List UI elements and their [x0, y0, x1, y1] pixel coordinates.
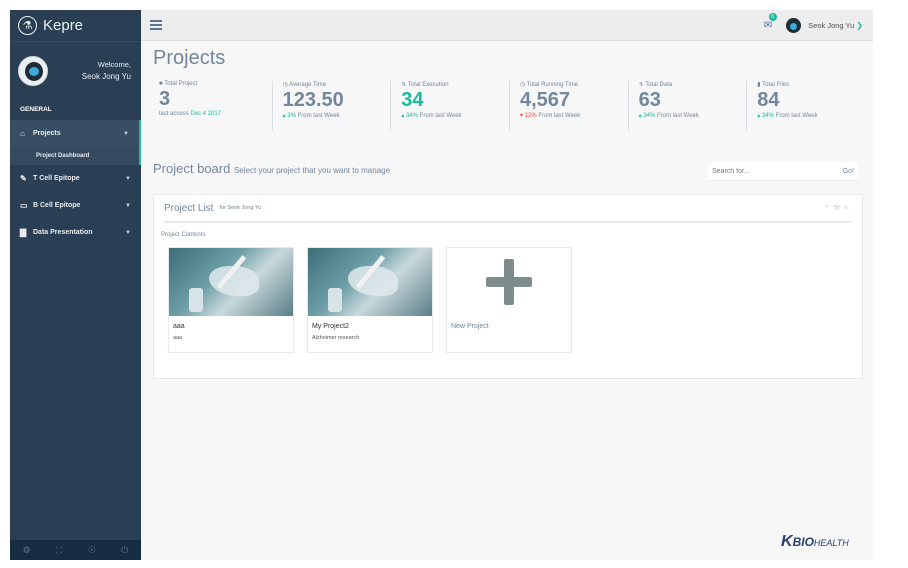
mail-badge: 6 — [768, 12, 777, 21]
stat-total-project: ■ Total Project 3 last access Dec 4 2017 — [153, 81, 272, 131]
sidebar-item-b-cell-epitope[interactable]: ▭ B Cell Epitope ▼ — [10, 192, 141, 219]
stat-foot: last access Dec 4 2017 — [159, 111, 222, 117]
desktop-icon: ▭ — [20, 201, 28, 210]
page-title: Projects — [153, 47, 226, 69]
sidebar-menu: ⌂ Projects ▼ Project Dashboard ✎ T Cell … — [10, 120, 141, 246]
brand[interactable]: ⚗ Kepre — [10, 10, 141, 42]
wrench-icon[interactable]: ⚒ — [834, 205, 844, 212]
sidebar-item-projects[interactable]: ⌂ Projects ▼ — [10, 120, 141, 147]
sidebar-footer: ⚙ ⛶ ☉ ⏻ — [10, 540, 141, 560]
board-title: Project board — [153, 161, 231, 176]
board-heading: Project board Select your project that y… — [153, 161, 390, 176]
stat-value: 123.50 — [282, 89, 344, 111]
chevron-down-icon: ▼ — [125, 175, 131, 182]
stat-total-running-time: ◷ Total Running Time 4,567 ▾ 12% From la… — [508, 81, 628, 131]
project-title: My Project2 — [312, 323, 349, 330]
project-card[interactable]: aaa aaa — [168, 247, 294, 353]
top-right: ✉ 6 Seok Jong Yu ❯ — [764, 12, 873, 33]
sidebar-item-label: Projects — [33, 130, 61, 137]
search-input[interactable] — [708, 167, 843, 175]
sidebar-subitem-project-dashboard[interactable]: Project Dashboard — [10, 147, 141, 165]
settings-icon[interactable]: ⚙ — [23, 545, 31, 556]
stat-value: 3 — [159, 88, 171, 110]
stat-average-time: ◷ Average Time 123.50 ▴ 3% From last Wee… — [271, 81, 391, 131]
avatar — [18, 56, 48, 86]
board-subtitle: Select your project that you want to man… — [233, 166, 391, 175]
collapse-icon[interactable]: ⌃ — [824, 205, 834, 212]
panel-header: Project List for Seok Jong Yu ⌃⚒× — [164, 195, 852, 223]
power-icon[interactable]: ⏻ — [121, 545, 128, 556]
stat-foot: ▴ 34% From last Week — [638, 113, 699, 119]
mail-icon[interactable]: ✉ 6 — [764, 12, 777, 31]
edit-icon: ✎ — [20, 174, 27, 183]
stat-total-files: ▮ Total Files 84 ▴ 34% From last Week — [746, 81, 865, 131]
project-thumbnail — [308, 248, 432, 316]
kbiohealth-logo: K BIO HEALTH — [781, 533, 849, 550]
sidebar-item-data-presentation[interactable]: ▇ Data Presentation ▼ — [10, 219, 141, 246]
stat-value: 34 — [401, 89, 424, 111]
profile-name: Seok Jong Yu — [81, 72, 131, 81]
project-thumbnail — [169, 248, 293, 316]
home-icon: ⌂ — [20, 129, 25, 138]
main-content: Projects ■ Total Project 3 last access D… — [141, 41, 873, 560]
stat-value: 63 — [638, 89, 661, 111]
stat-foot: ▴ 34% From last Week — [757, 113, 818, 119]
eye-slash-icon[interactable]: ☉ — [88, 545, 96, 556]
user-menu[interactable]: Seok Jong Yu — [808, 21, 854, 30]
menu-toggle-icon[interactable] — [150, 20, 162, 30]
stat-total-execution: ↯ Total Execution 34 ▴ 34% From last Wee… — [390, 81, 509, 131]
plus-icon — [447, 248, 571, 316]
stat-total-data: ↯ Total Data 63 ▴ 34% From last Week — [627, 81, 747, 131]
project-card[interactable]: My Project2 Alzheimer research — [307, 247, 433, 353]
panel-tools: ⌃⚒× — [824, 204, 852, 212]
fullscreen-icon[interactable]: ⛶ — [56, 545, 62, 556]
project-list-panel: Project List for Seok Jong Yu ⌃⚒× Projec… — [153, 194, 863, 379]
welcome-block: Welcome, Seok Jong Yu — [48, 59, 133, 83]
chevron-down-icon[interactable]: ❯ — [856, 21, 863, 30]
stats-row: ■ Total Project 3 last access Dec 4 2017… — [153, 81, 865, 131]
project-title: aaa — [173, 323, 185, 330]
close-icon[interactable]: × — [844, 205, 852, 212]
contents-label: Project Contents — [161, 232, 206, 238]
go-button[interactable]: Go! — [843, 168, 858, 175]
sidebar-item-label: Data Presentation — [33, 229, 93, 236]
bar-chart-icon: ▇ — [20, 228, 27, 237]
project-desc: aaa — [173, 335, 183, 341]
section-title: GENERAL — [20, 106, 52, 113]
chevron-down-icon: ▼ — [125, 229, 131, 236]
panel-subtitle: for Seok Jong Yu — [219, 205, 262, 211]
project-desc: Alzheimer research — [312, 335, 360, 341]
sidebar-item-label: B Cell Epitope — [33, 202, 81, 209]
brand-name: Kepre — [43, 17, 84, 34]
chevron-down-icon: ▼ — [123, 130, 129, 137]
new-project-label: New Project — [451, 323, 489, 330]
sidebar-item-t-cell-epitope[interactable]: ✎ T Cell Epitope ▼ — [10, 165, 141, 192]
new-project-card[interactable]: New Project — [446, 247, 572, 353]
flask-icon: ⚗ — [18, 16, 37, 35]
stat-foot: ▴ 34% From last Week — [401, 113, 462, 119]
stat-value: 4,567 — [519, 89, 571, 111]
stat-foot: ▴ 3% From last Week — [282, 113, 340, 119]
search-box: Go! — [708, 162, 858, 181]
user-avatar[interactable] — [786, 17, 802, 33]
welcome-label: Welcome, — [97, 60, 131, 69]
sidebar: ⚗ Kepre Welcome, Seok Jong Yu GENERAL ⌂ … — [10, 10, 141, 560]
sidebar-item-label: T Cell Epitope — [33, 175, 80, 182]
panel-title: Project List — [164, 202, 214, 214]
stat-foot: ▾ 12% From last Week — [519, 113, 581, 119]
chevron-down-icon: ▼ — [125, 202, 131, 209]
profile: Welcome, Seok Jong Yu — [10, 42, 141, 98]
stat-value: 84 — [757, 89, 780, 111]
top-nav: ✉ 6 Seok Jong Yu ❯ — [141, 10, 873, 41]
